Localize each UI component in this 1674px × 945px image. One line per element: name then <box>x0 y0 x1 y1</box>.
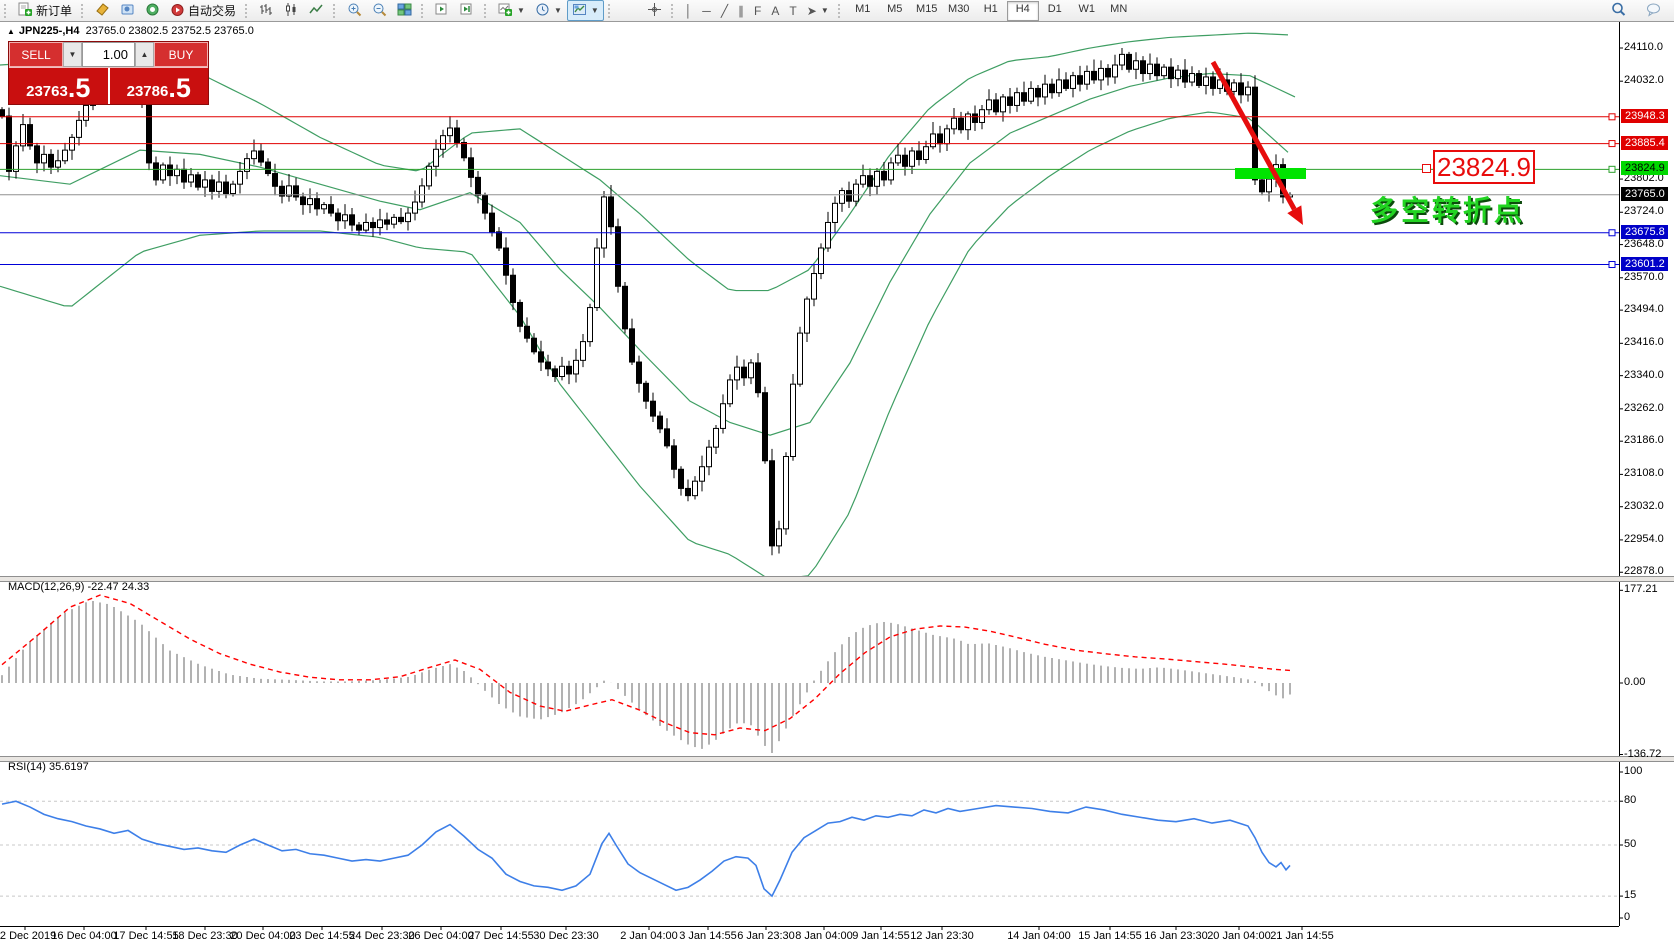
axis-tick-label: 23724.0 <box>1624 205 1664 217</box>
time-axis-label: 14 Jan 04:00 <box>1007 930 1071 942</box>
macd-indicator-label: MACD(12,26,9) -22.47 24.33 <box>8 581 149 593</box>
axis-tick-label: 23416.0 <box>1624 336 1664 348</box>
time-axis-label: 9 Jan 14:55 <box>852 930 910 942</box>
bollinger-middle-band <box>0 74 1295 436</box>
symbol-ohlc-label: ▲ JPN225-,H4 23765.0 23802.5 23752.5 2376… <box>7 25 254 37</box>
panel-splitter-rsi[interactable] <box>0 756 1674 762</box>
axis-tick-label: 22954.0 <box>1624 533 1664 545</box>
candlesticks <box>0 48 1293 555</box>
price-badge-23675.8: 23675.8 <box>1621 225 1668 239</box>
time-axis-label: 12 Jan 23:30 <box>910 930 974 942</box>
chinese-annotation-text[interactable]: 多空转折点 <box>1370 189 1525 229</box>
price-badge-23885.4: 23885.4 <box>1621 136 1668 150</box>
price-badge-23824.9: 23824.9 <box>1621 161 1668 175</box>
time-axis-label: 16 Jan 23:30 <box>1144 930 1208 942</box>
time-axis-label: 17 Dec 14:55 <box>113 930 178 942</box>
symbol-name: JPN225-,H4 <box>19 25 80 37</box>
price-badge-23948.3: 23948.3 <box>1621 109 1668 123</box>
volume-increase-button[interactable]: ▲ <box>135 42 154 67</box>
sell-price[interactable]: 23763 .5 <box>9 68 110 104</box>
buy-price[interactable]: 23786 .5 <box>110 68 209 104</box>
time-axis-label: 18 Dec 23:30 <box>172 930 237 942</box>
one-click-trading-panel: SELL ▼ ▲ BUY 23763 .5 23786 .5 <box>8 41 209 105</box>
axis-tick-label: 23648.0 <box>1624 238 1664 250</box>
line-handle[interactable] <box>1609 230 1615 236</box>
main-price-chart <box>0 33 1295 579</box>
axis-tick-label: 100 <box>1624 765 1642 777</box>
time-axis-label: 24 Dec 23:30 <box>349 930 414 942</box>
sell-price-int: 23763 <box>26 82 68 101</box>
time-axis-label: 3 Jan 14:55 <box>679 930 737 942</box>
axis-tick-label: 0.00 <box>1624 676 1645 688</box>
axis-tick-label: 23262.0 <box>1624 402 1664 414</box>
line-handle[interactable] <box>1609 114 1615 120</box>
sell-button[interactable]: SELL <box>9 42 63 67</box>
ohlc-values: 23765.0 23802.5 23752.5 23765.0 <box>86 25 254 37</box>
time-axis-label: 26 Dec 04:00 <box>408 930 473 942</box>
sell-price-frac: .5 <box>68 76 91 101</box>
panel-splitter-macd[interactable] <box>0 576 1674 582</box>
mt4-application: 新订单自动交易▼▼▼│─╱∥FAT➤▼M1M5M15M30H1H4D1W1MN … <box>0 0 1674 945</box>
buy-price-int: 23786 <box>127 82 169 101</box>
axis-tick-label: -136.72 <box>1624 748 1661 760</box>
time-axis-label: 2 Jan 04:00 <box>620 930 678 942</box>
axis-tick-label: 24110.0 <box>1624 41 1663 53</box>
axis-tick-label: 15 <box>1624 889 1636 901</box>
price-badge-23765.0: 23765.0 <box>1621 187 1668 201</box>
line-handle[interactable] <box>1609 166 1615 172</box>
time-axis-label: 23 Dec 14:55 <box>289 930 354 942</box>
time-axis-label: 16 Dec 04:00 <box>51 930 116 942</box>
time-axis-label: 15 Jan 14:55 <box>1078 930 1142 942</box>
time-axis-label: 20 Dec 04:00 <box>230 930 295 942</box>
axis-tick-label: 22878.0 <box>1624 565 1664 577</box>
time-axis-label: 6 Jan 23:30 <box>737 930 795 942</box>
price-annotation-box[interactable]: 23824.9 <box>1433 150 1535 184</box>
axis-tick-label: 23340.0 <box>1624 369 1664 381</box>
axis-tick-label: 23032.0 <box>1624 500 1664 512</box>
buy-price-frac: .5 <box>168 76 191 101</box>
time-axis-label: 30 Dec 23:30 <box>533 930 598 942</box>
time-axis-label: 27 Dec 14:55 <box>468 930 533 942</box>
chart-canvas[interactable] <box>0 0 1674 945</box>
axis-tick-label: 177.21 <box>1624 583 1658 595</box>
volume-input[interactable] <box>82 42 135 67</box>
line-handle[interactable] <box>1609 262 1615 268</box>
collapse-panel-icon[interactable]: ▲ <box>7 27 15 36</box>
axis-tick-label: 23494.0 <box>1624 303 1664 315</box>
axis-tick-label: 80 <box>1624 794 1636 806</box>
trend-arrow-line[interactable] <box>1213 62 1294 209</box>
time-axis-label: 20 Jan 04:00 <box>1207 930 1271 942</box>
time-axis-label: 8 Jan 04:00 <box>795 930 853 942</box>
volume-decrease-button[interactable]: ▼ <box>63 42 82 67</box>
axis-tick-label: 23570.0 <box>1624 271 1664 283</box>
axis-tick-label: 0 <box>1624 911 1630 923</box>
rsi-panel <box>0 801 1619 896</box>
rsi-indicator-label: RSI(14) 35.6197 <box>8 761 89 773</box>
axis-tick-label: 24032.0 <box>1624 74 1664 86</box>
annotation-handle[interactable] <box>1422 164 1431 173</box>
axis-tick-label: 23186.0 <box>1624 434 1664 446</box>
time-axis-label: 12 Dec 2019 <box>0 930 56 942</box>
time-axis-label: 21 Jan 14:55 <box>1270 930 1334 942</box>
macd-signal-line <box>2 595 1290 735</box>
buy-button[interactable]: BUY <box>154 42 208 67</box>
line-handle[interactable] <box>1609 141 1615 147</box>
axis-tick-label: 23108.0 <box>1624 467 1664 479</box>
rsi-line <box>2 801 1290 896</box>
macd-panel <box>2 595 1290 753</box>
price-badge-23601.2: 23601.2 <box>1621 257 1668 271</box>
axis-tick-label: 50 <box>1624 838 1636 850</box>
